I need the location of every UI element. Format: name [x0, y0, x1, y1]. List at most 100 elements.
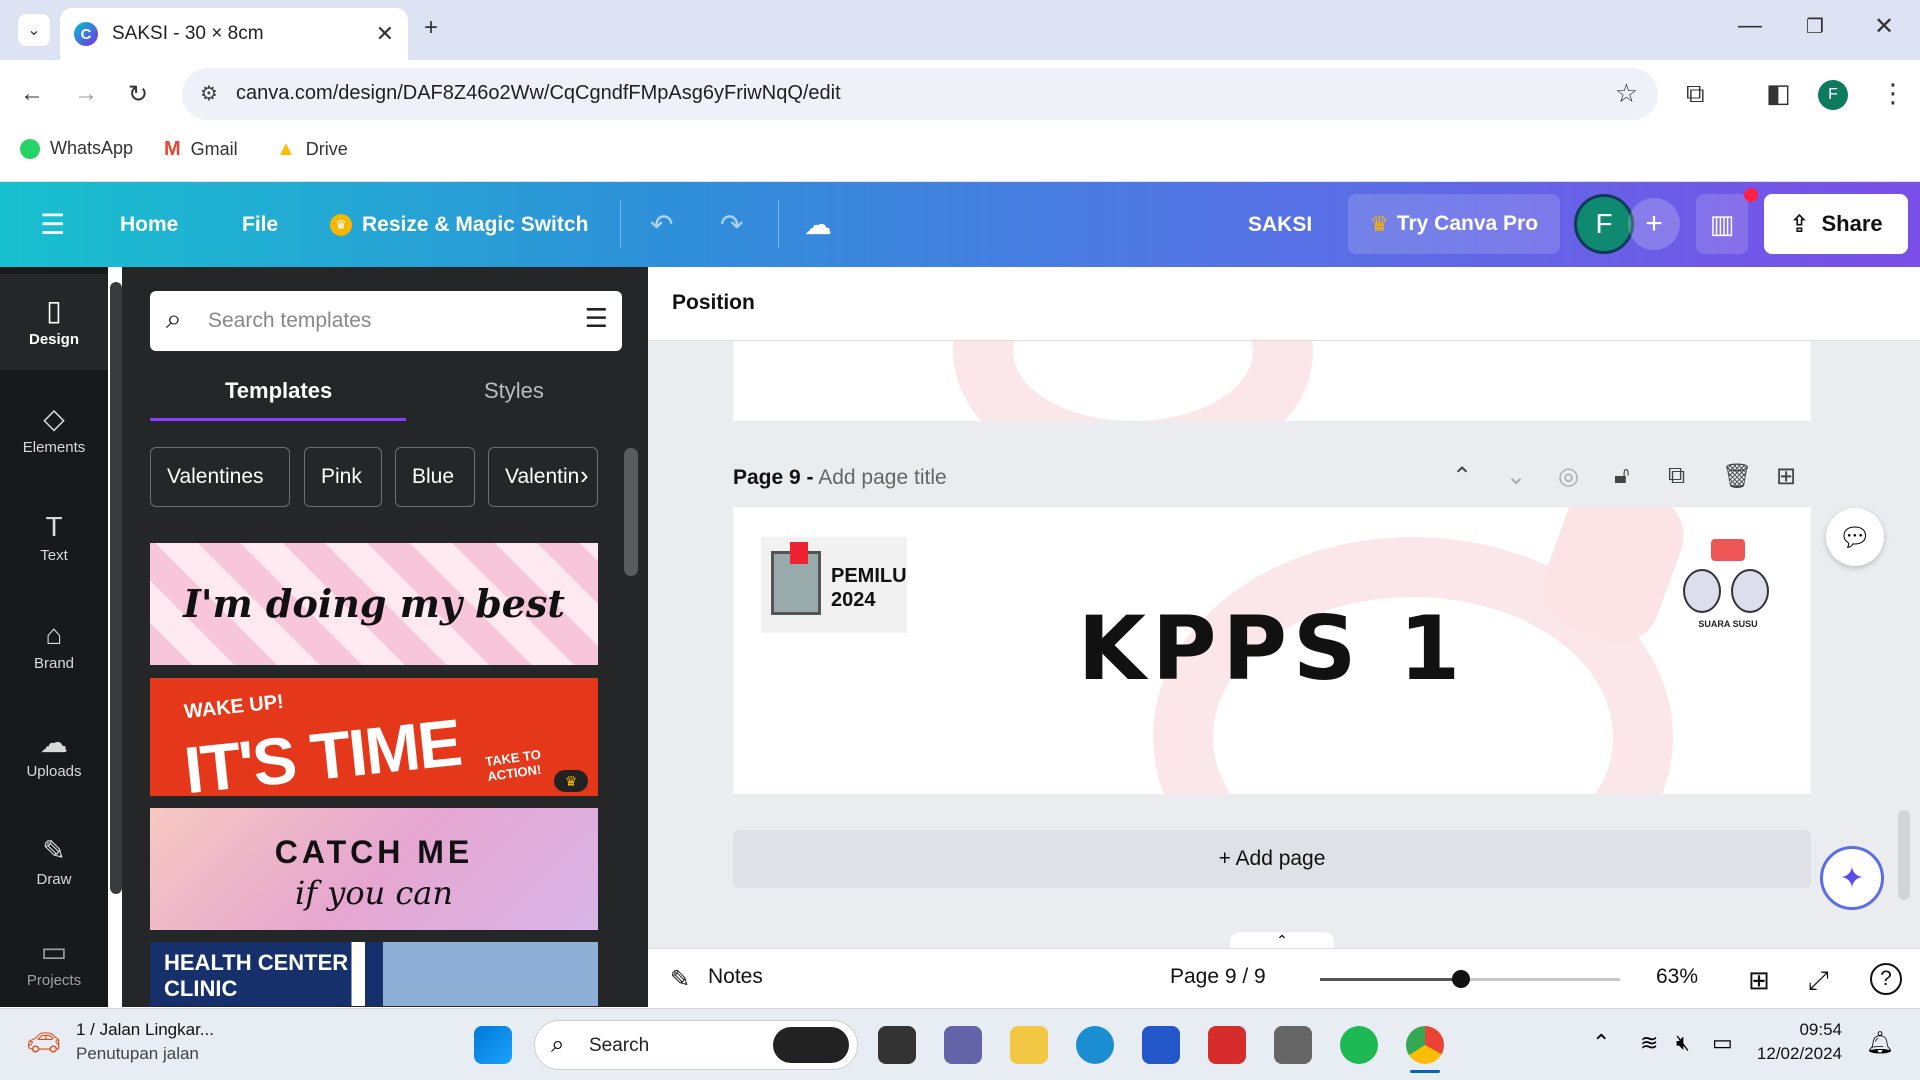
- cloud-saved-icon[interactable]: ☁: [804, 182, 832, 267]
- fullscreen-icon[interactable]: ⤢: [1808, 965, 1829, 997]
- rail-uploads[interactable]: ☁ Uploads: [0, 706, 108, 802]
- tab-search-button[interactable]: ⌄: [18, 14, 50, 46]
- browser-tab[interactable]: C SAKSI - 30 × 8cm ✕: [60, 8, 408, 60]
- rail-projects[interactable]: ▭ Projects: [0, 920, 108, 1006]
- wifi-icon[interactable]: ≋: [1640, 1030, 1658, 1056]
- site-info-icon[interactable]: ⚙: [200, 81, 218, 106]
- traffic-alert-icon[interactable]: 🚗︎: [26, 1026, 66, 1062]
- bookmark-drive[interactable]: ▲ Drive: [276, 138, 348, 161]
- taskbar-search[interactable]: ⌕ Search: [534, 1020, 858, 1070]
- address-bar[interactable]: ⚙ canva.com/design/DAF8Z46o2Ww/CqCgndfFM…: [182, 68, 1658, 120]
- file-explorer-icon[interactable]: [1010, 1026, 1048, 1064]
- close-window-button[interactable]: ✕: [1874, 12, 1894, 41]
- restore-button[interactable]: ❐: [1806, 14, 1824, 39]
- move-down-icon[interactable]: ⌄: [1506, 462, 1526, 491]
- chevron-right-icon[interactable]: ›: [580, 460, 589, 491]
- spotify-icon[interactable]: [1340, 1026, 1378, 1064]
- bookmark-gmail[interactable]: M Gmail: [164, 138, 238, 161]
- store-icon[interactable]: [1142, 1026, 1180, 1064]
- help-icon[interactable]: ?: [1870, 963, 1902, 995]
- zoom-percent[interactable]: 63%: [1656, 965, 1698, 989]
- insights-chart-icon[interactable]: ▥: [1696, 194, 1748, 254]
- panel-scrollbar[interactable]: [624, 448, 638, 576]
- document-title[interactable]: SAKSI: [1248, 182, 1312, 267]
- delete-page-icon[interactable]: 🗑︎: [1722, 462, 1752, 491]
- mcafee-icon[interactable]: [1208, 1026, 1246, 1064]
- elements-icon: ◇: [43, 402, 65, 434]
- resize-magic-switch-button[interactable]: ♛ Resize & Magic Switch: [330, 182, 588, 267]
- page-8-canvas[interactable]: [733, 341, 1811, 421]
- hide-page-icon[interactable]: ◎: [1558, 462, 1579, 491]
- clock-date[interactable]: 12/02/2024: [1742, 1044, 1842, 1064]
- hamburger-menu-icon[interactable]: ☰: [40, 182, 65, 267]
- magic-assistant-sparkle-icon[interactable]: ✦: [1820, 846, 1884, 910]
- kpps-heading[interactable]: KPPS 1: [733, 597, 1811, 700]
- chrome-icon[interactable]: [1406, 1026, 1444, 1064]
- volume-muted-icon[interactable]: 🔇︎: [1676, 1030, 1690, 1056]
- task-view-icon[interactable]: [878, 1026, 916, 1064]
- move-up-icon[interactable]: ⌃: [1452, 462, 1472, 491]
- page-9-canvas[interactable]: PEMILU 2024 KPPS 1 SUARA SUSU: [733, 507, 1811, 794]
- try-canva-pro-button[interactable]: ♛ Try Canva Pro: [1348, 194, 1560, 254]
- windows-start-icon[interactable]: [474, 1026, 512, 1064]
- template-thumb-2[interactable]: WAKE UP! IT'S TIME TAKE TO ACTION! ♛: [150, 678, 598, 796]
- home-menu[interactable]: Home: [120, 182, 178, 267]
- template-thumb-4[interactable]: HEALTH CENTER CLINIC: [150, 942, 598, 1006]
- minimize-button[interactable]: —: [1738, 12, 1762, 40]
- rail-elements[interactable]: ◇ Elements: [0, 382, 108, 478]
- camera-icon[interactable]: [1274, 1026, 1312, 1064]
- profile-avatar[interactable]: F: [1818, 80, 1848, 110]
- chip-pink[interactable]: Pink: [304, 447, 382, 507]
- template-thumb-1[interactable]: I'm doing my best: [150, 543, 598, 665]
- add-people-button[interactable]: +: [1628, 198, 1680, 250]
- editor-scrollbar[interactable]: [1898, 810, 1910, 900]
- rail-draw[interactable]: ✎ Draw: [0, 814, 108, 910]
- rail-scrollbar[interactable]: [110, 282, 122, 894]
- bookmark-star-icon[interactable]: ☆: [1615, 78, 1638, 109]
- zoom-slider-handle[interactable]: [1452, 970, 1470, 988]
- mascot-logo[interactable]: SUARA SUSU: [1673, 535, 1783, 635]
- extensions-icon[interactable]: ⧉: [1686, 78, 1705, 110]
- tab-styles[interactable]: Styles: [484, 378, 544, 404]
- notes-button[interactable]: Notes: [708, 965, 763, 989]
- filter-sliders-icon[interactable]: ☰: [585, 303, 608, 334]
- new-tab-button[interactable]: +: [424, 14, 438, 42]
- forward-icon[interactable]: →: [74, 80, 98, 108]
- grid-view-icon[interactable]: ⊞: [1748, 965, 1770, 996]
- reload-icon[interactable]: ↻: [128, 80, 148, 109]
- rail-text[interactable]: T Text: [0, 490, 108, 586]
- battery-icon[interactable]: ▭: [1712, 1030, 1733, 1056]
- undo-icon[interactable]: ↶: [650, 182, 673, 267]
- chrome-menu-icon[interactable]: ⋮: [1880, 78, 1906, 109]
- notifications-bell-icon[interactable]: 🔔︎: [1866, 1030, 1894, 1056]
- lock-icon[interactable]: 🔓︎: [1614, 462, 1630, 490]
- edge-icon[interactable]: [1076, 1026, 1114, 1064]
- position-button[interactable]: Position: [672, 291, 755, 315]
- page-indicator[interactable]: Page 9 / 9: [1170, 965, 1266, 989]
- add-page-icon[interactable]: ⊞: [1776, 462, 1796, 491]
- template-thumb-3[interactable]: CATCH ME if you can: [150, 808, 598, 930]
- bookmark-whatsapp[interactable]: WhatsApp: [20, 138, 133, 159]
- chip-blue[interactable]: Blue: [395, 447, 475, 507]
- page-title-input[interactable]: Add page title: [818, 466, 946, 489]
- notification-title[interactable]: 1 / Jalan Lingkar...: [76, 1020, 214, 1040]
- rail-design[interactable]: ▯ Design: [0, 274, 108, 370]
- teams-icon[interactable]: [944, 1026, 982, 1064]
- back-icon[interactable]: ←: [20, 80, 44, 108]
- side-panel-icon[interactable]: ◧: [1766, 78, 1791, 109]
- tab-templates[interactable]: Templates: [225, 378, 332, 404]
- file-menu[interactable]: File: [242, 182, 278, 267]
- rail-brand[interactable]: ⌂ Brand: [0, 598, 108, 694]
- clock-time[interactable]: 09:54: [1762, 1020, 1842, 1040]
- tray-chevron-icon[interactable]: ⌃: [1592, 1030, 1610, 1056]
- user-avatar[interactable]: F: [1574, 194, 1634, 254]
- redo-icon[interactable]: ↷: [720, 182, 743, 267]
- share-button[interactable]: ⇪ Share: [1764, 194, 1908, 254]
- search-templates-input[interactable]: ⌕ Search templates ☰: [150, 291, 622, 351]
- close-tab-icon[interactable]: ✕: [376, 21, 394, 47]
- duplicate-page-icon[interactable]: ⧉: [1668, 462, 1685, 490]
- add-page-button[interactable]: + Add page: [733, 830, 1811, 888]
- notes-icon[interactable]: ✎: [670, 965, 690, 994]
- chip-valentines[interactable]: Valentines: [150, 447, 290, 507]
- add-comment-icon[interactable]: 💬︎: [1826, 508, 1884, 566]
